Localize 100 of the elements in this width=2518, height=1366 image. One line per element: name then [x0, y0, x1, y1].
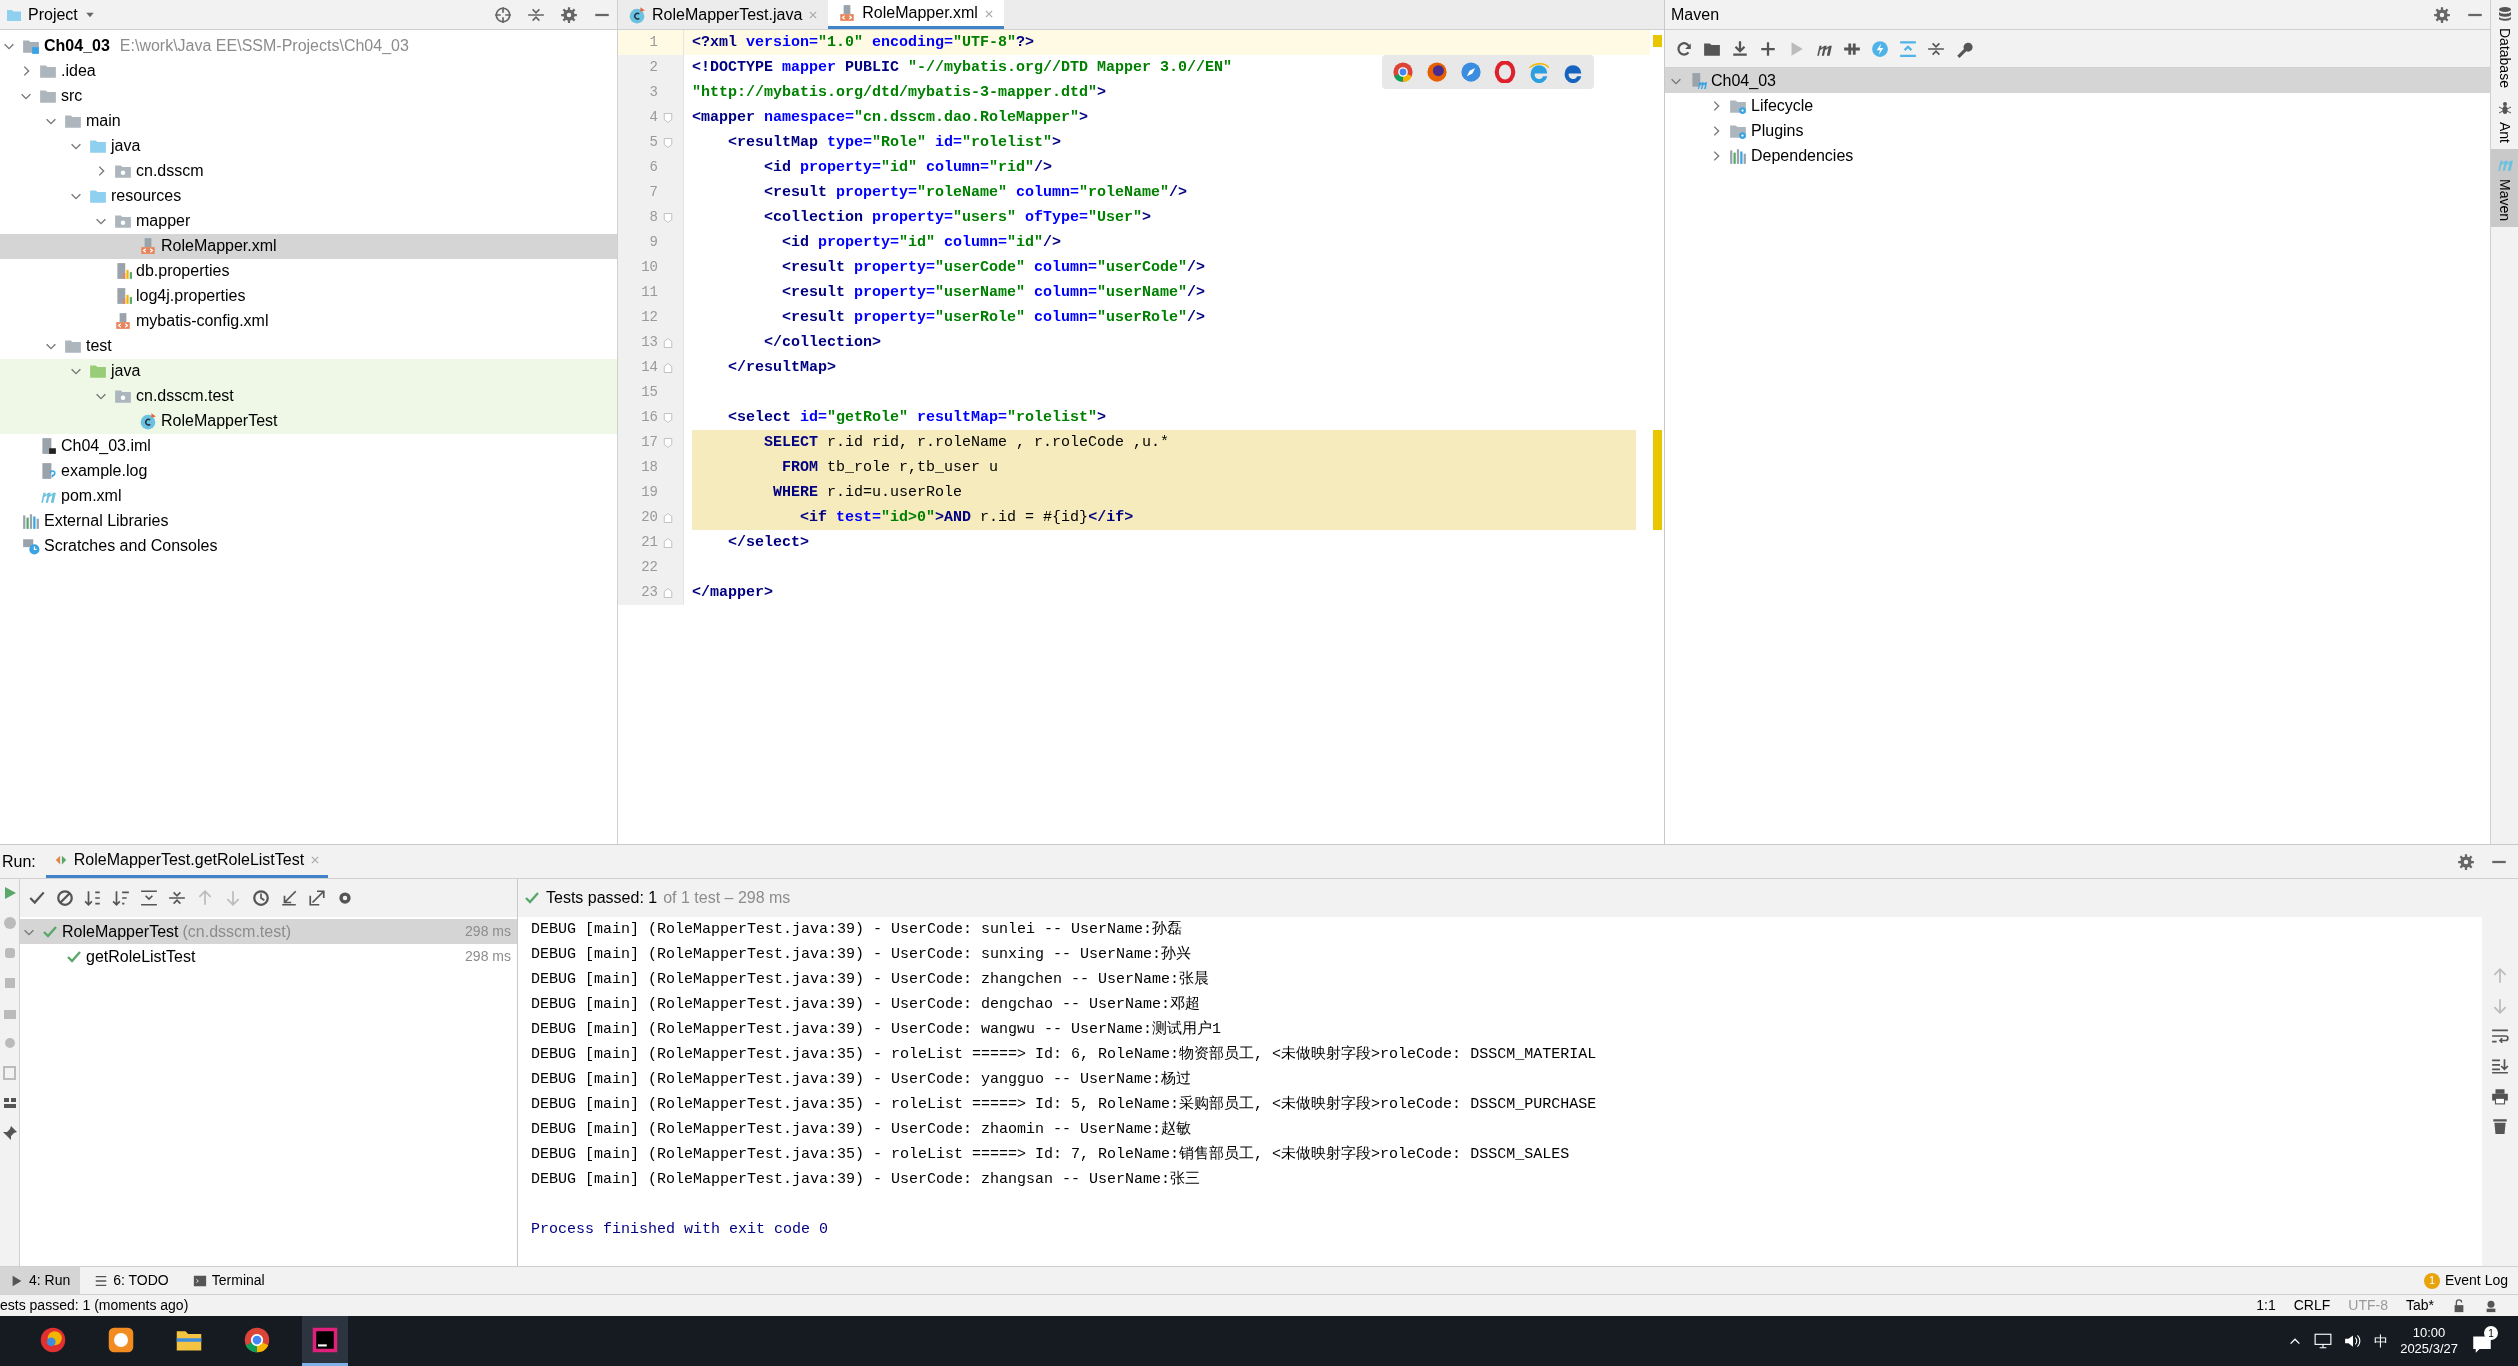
volume-icon[interactable] — [2344, 1332, 2363, 1350]
code-line: FROM tb_role r,tb_user u — [781, 458, 999, 478]
console-line: DEBUG [main] (RoleMapperTest.java:35) - roleList =====> Id: 7, RoleName:销售部员工, <未做映射字段>roleCode: DSSCM_SALES — [531, 1144, 1571, 1165]
fold-marker-icon — [662, 136, 674, 149]
plus-icon[interactable] — [1759, 39, 1777, 58]
download-icon[interactable] — [1731, 39, 1749, 58]
line-number: 18 — [640, 458, 658, 477]
tree-item[interactable]: Ch04_03 E:\work\Java EE\SSM-Projects\Ch04_03 — [0, 33, 617, 59]
tree-item[interactable]: RoleMapper.xml — [0, 233, 617, 259]
run-tab[interactable]: RoleMapperTest.getRoleListTest — [45, 845, 329, 878]
tree-item[interactable]: log4j.properties — [0, 283, 617, 309]
code-line: <result property="roleName" column="roleName"/> — [763, 183, 1188, 203]
folder-icon — [64, 337, 82, 356]
status-item[interactable]: 1:1 — [2256, 1295, 2276, 1316]
line-number: 19 — [640, 483, 658, 502]
code-line: WHERE r.id=u.userRole — [772, 483, 963, 503]
side-tab[interactable]: Maven — [2491, 148, 2518, 227]
properties-file-icon — [114, 287, 132, 306]
tree-item[interactable]: test — [0, 333, 617, 359]
tree-item[interactable]: src — [0, 83, 617, 109]
export-icon[interactable] — [308, 889, 326, 907]
console-line: DEBUG [main] (RoleMapperTest.java:35) - roleList =====> Id: 5, RoleName:采购部员工, <未做映射字段>roleCode: DSSCM_PURCHASE — [531, 1094, 1598, 1115]
pin-icon[interactable] — [1, 1125, 18, 1141]
refresh-icon[interactable] — [1675, 39, 1693, 58]
layout-icon[interactable] — [1, 1095, 18, 1111]
line-number: 11 — [640, 283, 658, 302]
console-line: DEBUG [main] (RoleMapperTest.java:39) - UserCode: yangguo -- UserName:杨过 — [531, 1070, 1193, 1090]
scratches-icon — [22, 537, 40, 556]
collapse-all-icon[interactable] — [168, 889, 186, 907]
database-icon — [2496, 6, 2513, 22]
tool-window-tab[interactable]: Terminal — [182, 1267, 275, 1294]
code-line: <!DOCTYPE mapper PUBLIC "-//mybatis.org//DTD Mapper 3.0//EN" — [692, 58, 1233, 78]
event-log-button[interactable]: 1 Event Log — [2413, 1267, 2518, 1294]
line-number: 17 — [640, 433, 658, 452]
print-icon[interactable] — [2491, 1087, 2509, 1105]
editor-tab[interactable]: RoleMapperTest.java — [618, 0, 829, 29]
fold-marker-icon — [662, 586, 674, 599]
network-icon[interactable] — [2314, 1332, 2333, 1350]
fold-marker-icon — [662, 361, 674, 374]
package-icon — [114, 387, 132, 406]
line-number: 14 — [640, 358, 658, 377]
tree-item[interactable]: mapper — [0, 208, 617, 234]
tree-item[interactable]: cn.dsscm — [0, 158, 617, 184]
test-item[interactable]: getRoleListTest 298 ms — [20, 944, 517, 969]
tree-item[interactable]: db.properties — [0, 258, 617, 284]
tree-item[interactable]: Lifecycle — [1665, 93, 2490, 118]
notification-button[interactable]: 1 — [2470, 1326, 2498, 1356]
test-item[interactable]: RoleMapperTest (cn.dsscm.test) 298 ms — [20, 919, 517, 944]
lock-icon[interactable] — [2452, 1298, 2466, 1313]
tree-item[interactable]: External Libraries — [0, 508, 617, 534]
wrap-icon[interactable] — [2491, 1027, 2509, 1045]
tree-item[interactable]: Ch04_03 — [1665, 68, 2490, 93]
fold-marker-icon — [662, 336, 674, 349]
folder-icon — [39, 62, 57, 81]
import-icon[interactable] — [280, 889, 298, 907]
check-icon[interactable] — [28, 889, 46, 907]
console-line: DEBUG [main] (RoleMapperTest.java:35) - roleList =====> Id: 6, RoleName:物资部员工, <未做映射字段>roleCode: DSSCM_MATERIAL — [531, 1044, 1598, 1065]
line-number: 16 — [640, 408, 658, 427]
chrome-icon — [243, 1325, 271, 1354]
tree-item[interactable]: Scratches and Consoles — [0, 533, 617, 559]
line-number: 1 — [648, 33, 658, 52]
expand-all-icon[interactable] — [140, 889, 158, 907]
clock[interactable]: 10:00 2025/3/27 — [2400, 1325, 2458, 1357]
sort-duration-icon[interactable] — [112, 889, 130, 907]
ime-indicator[interactable]: 中 — [2374, 1330, 2389, 1352]
status-item[interactable]: CRLF — [2293, 1295, 2331, 1316]
taskbar-app[interactable] — [302, 1316, 348, 1366]
locate-icon[interactable] — [494, 5, 512, 24]
change-marker — [1653, 430, 1662, 455]
side-tab[interactable]: Database — [2491, 0, 2518, 94]
tree-item[interactable]: example.log — [0, 458, 617, 484]
tree-item[interactable]: Dependencies — [1665, 143, 2490, 168]
inspector-icon[interactable] — [2484, 1298, 2498, 1313]
line-number: 2 — [648, 58, 658, 77]
tool-window-tab[interactable]: 6: TODO — [84, 1267, 179, 1294]
sort-icon[interactable] — [84, 889, 102, 907]
scroll-end-icon[interactable] — [2491, 1057, 2509, 1075]
test-status-detail: of 1 test – 298 ms — [663, 888, 791, 908]
editor-tab[interactable]: RoleMapper.xml — [828, 0, 1004, 29]
tree-item[interactable]: pom.xml — [0, 483, 617, 509]
line-number: 22 — [640, 558, 658, 577]
tree-item[interactable]: java — [0, 133, 617, 159]
trash-icon[interactable] — [2491, 1117, 2509, 1135]
tree-item[interactable]: Plugins — [1665, 118, 2490, 143]
xml-file-icon — [114, 312, 132, 331]
status-item[interactable]: Tab* — [2405, 1295, 2434, 1316]
tree-item[interactable]: cn.dsscm.test — [0, 383, 617, 409]
tree-item[interactable]: resources — [0, 183, 617, 209]
tree-item[interactable]: .idea — [0, 58, 617, 84]
tree-item[interactable]: Ch04_03.iml — [0, 433, 617, 459]
library-icon — [22, 512, 40, 531]
tree-item[interactable]: RoleMapperTest — [0, 408, 617, 434]
side-tab[interactable]: Ant — [2491, 93, 2518, 149]
panel-title[interactable]: Project — [28, 2, 78, 27]
line-number: 7 — [648, 183, 658, 202]
tree-item[interactable]: java — [0, 358, 617, 384]
cancel-icon[interactable] — [56, 889, 74, 907]
tree-item[interactable]: mybatis-config.xml — [0, 308, 617, 334]
tree-item[interactable]: main — [0, 108, 617, 134]
tool-window-tab[interactable]: 4: Run — [0, 1267, 81, 1294]
